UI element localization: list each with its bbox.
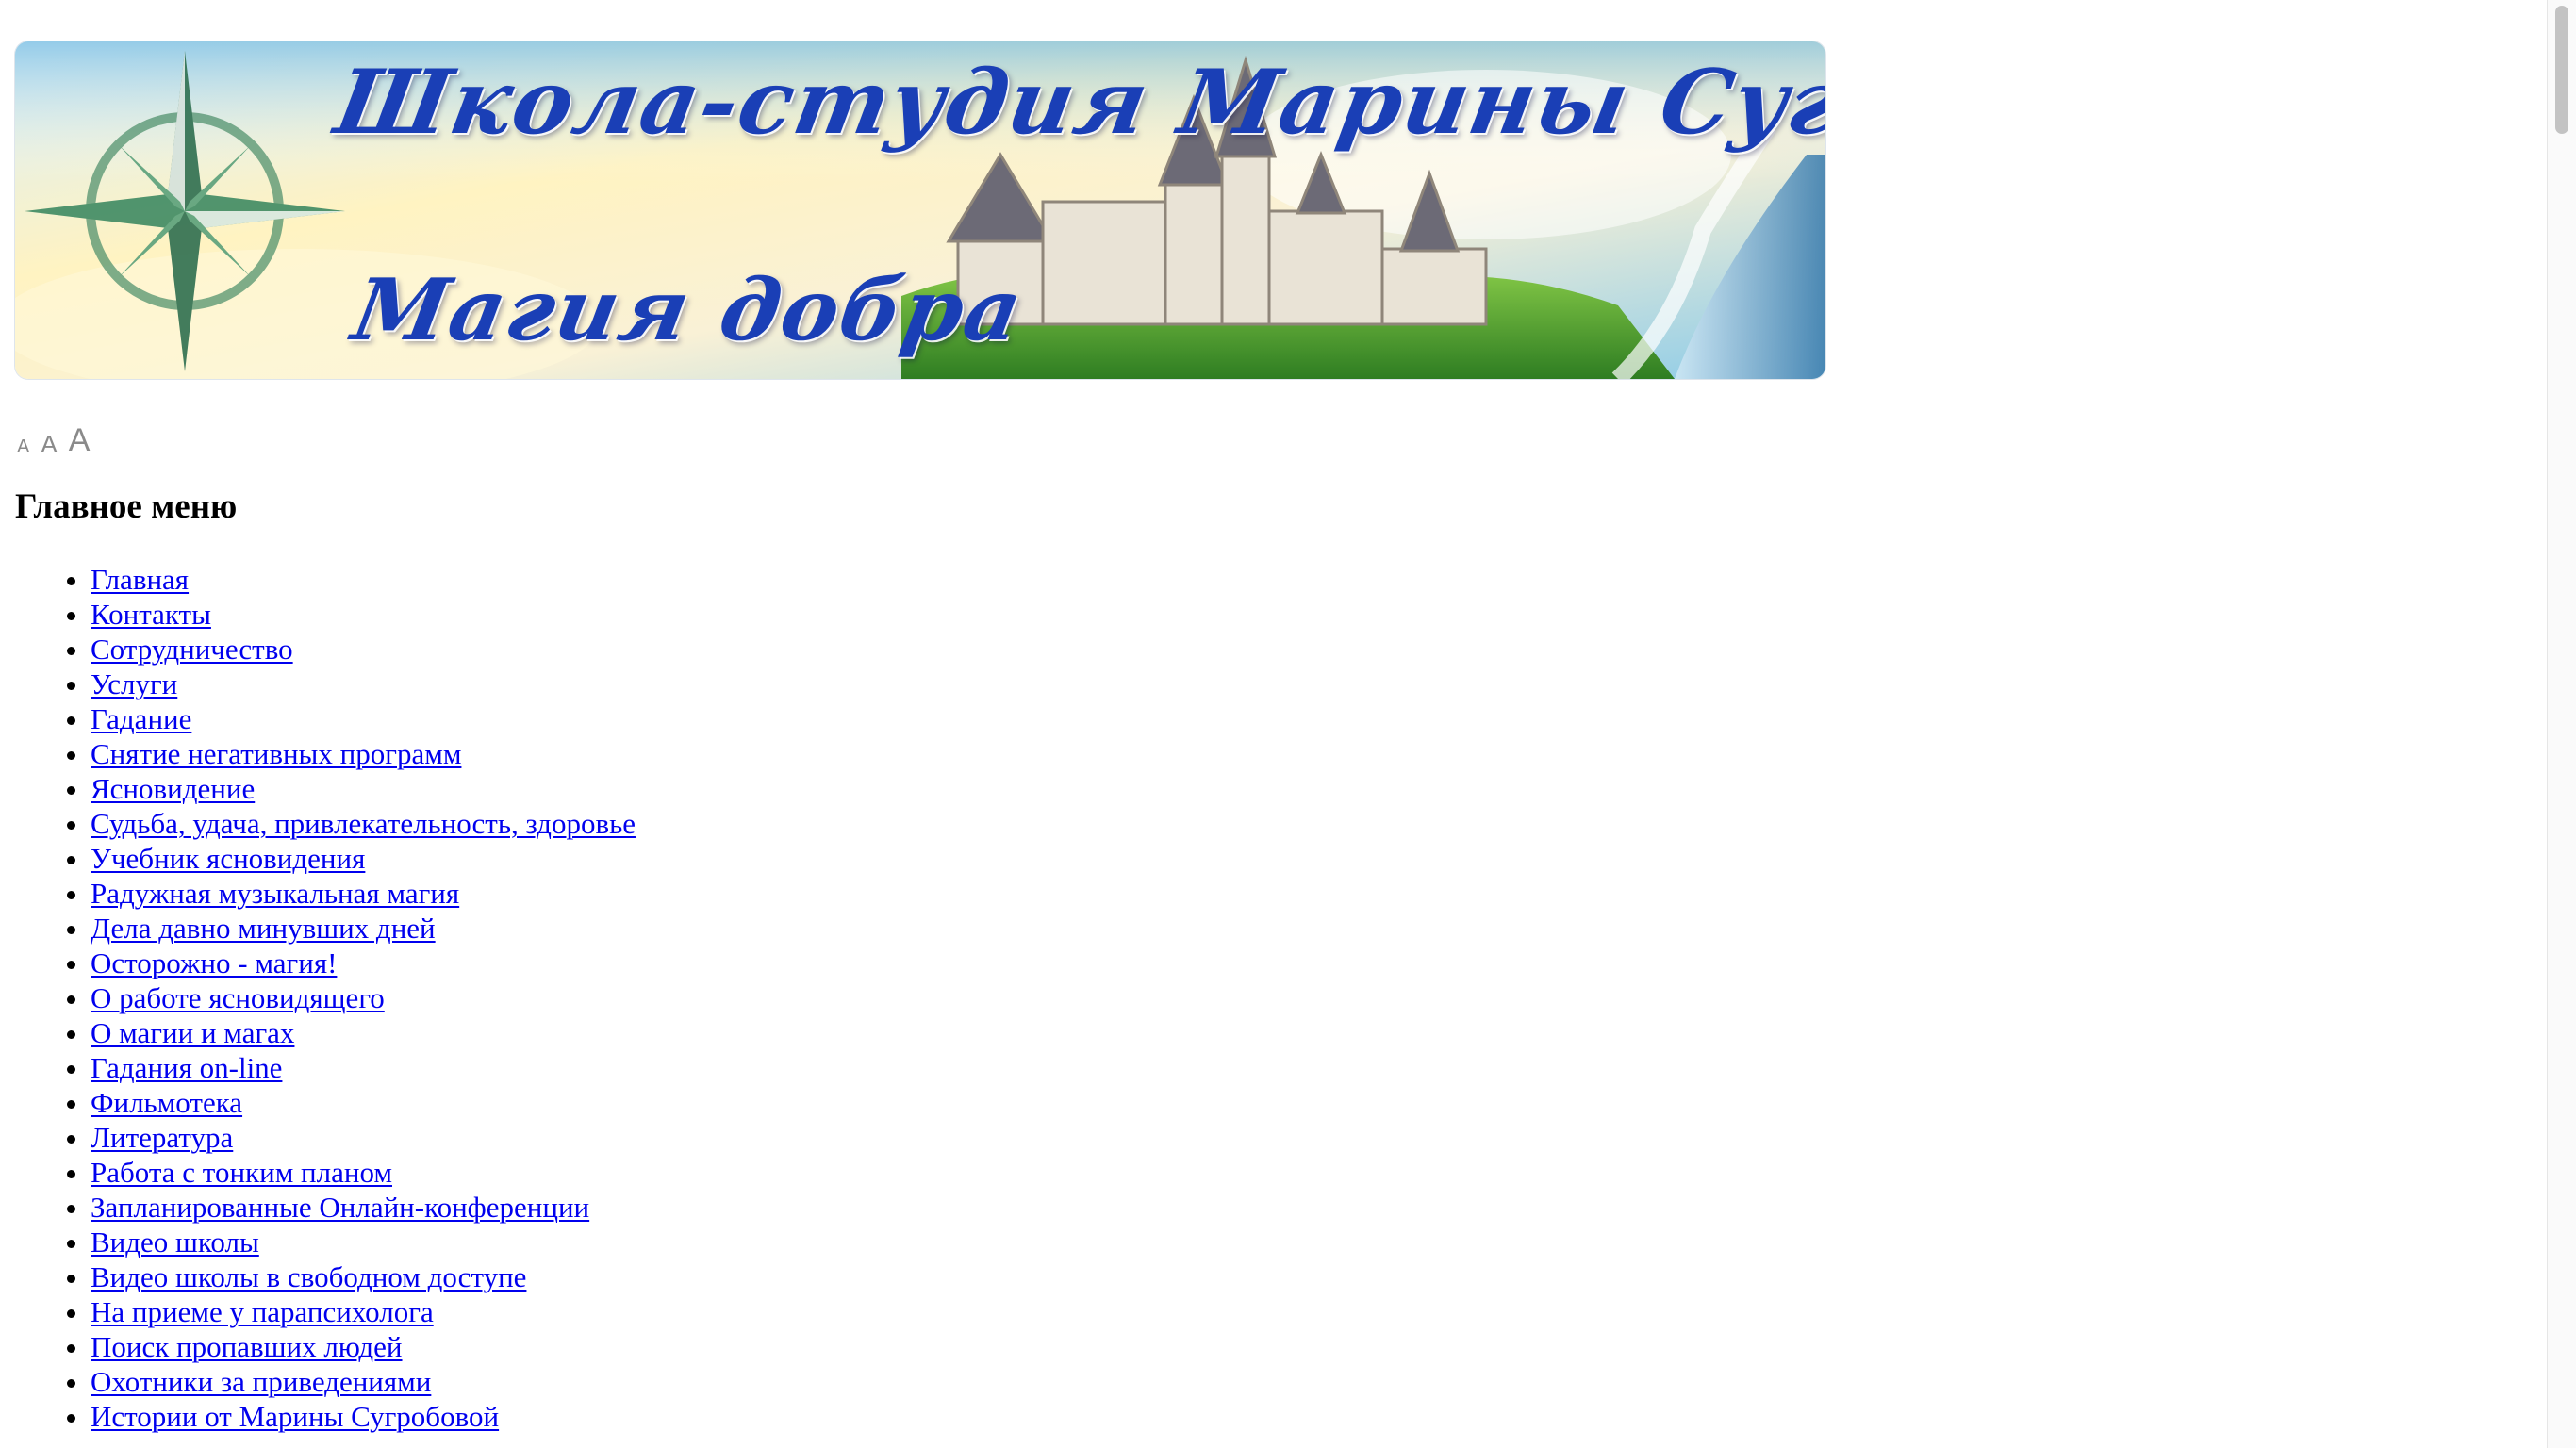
menu-link[interactable]: Работа с тонким планом: [91, 1156, 392, 1189]
main-menu: Главная Контакты Сотрудничество Услуги Г…: [0, 562, 636, 1434]
menu-item: Охотники за приведениями: [91, 1364, 636, 1399]
menu-item: Дела давно минувших дней: [91, 911, 636, 946]
menu-item: О магии и магах: [91, 1015, 636, 1050]
menu-link[interactable]: Контакты: [91, 598, 211, 631]
menu-link[interactable]: Дела давно минувших дней: [91, 912, 436, 945]
menu-item: Гадания on-line: [91, 1050, 636, 1085]
menu-item: Осторожно - магия!: [91, 946, 636, 980]
menu-item: Запланированные Онлайн-конференции: [91, 1190, 636, 1225]
menu-link[interactable]: Услуги: [91, 667, 177, 700]
menu-link[interactable]: Охотники за приведениями: [91, 1365, 431, 1398]
banner-subtitle: Магия добра: [345, 260, 1032, 360]
menu-link[interactable]: На приеме у парапсихолога: [91, 1295, 434, 1328]
menu-link[interactable]: Главная: [91, 563, 189, 596]
menu-link[interactable]: Видео школы: [91, 1226, 259, 1259]
menu-item: Учебник ясновидения: [91, 841, 636, 876]
menu-item: Гадание: [91, 701, 636, 736]
menu-item: Видео школы в свободном доступе: [91, 1259, 636, 1294]
menu-link[interactable]: Ясновидение: [91, 772, 255, 805]
menu-item: На приеме у парапсихолога: [91, 1294, 636, 1329]
menu-item: Истории от Марины Сугробовой: [91, 1399, 636, 1434]
menu-item: Литература: [91, 1120, 636, 1155]
menu-item: Радужная музыкальная магия: [91, 876, 636, 911]
menu-link[interactable]: Поиск пропавших людей: [91, 1330, 403, 1363]
menu-link[interactable]: Гадание: [91, 702, 191, 735]
vertical-scrollbar[interactable]: [2547, 0, 2576, 1448]
menu-item: Главная: [91, 562, 636, 597]
menu-item: Услуги: [91, 666, 636, 701]
menu-link[interactable]: О работе ясновидящего: [91, 981, 385, 1014]
menu-link[interactable]: Снятие негативных программ: [91, 737, 461, 770]
main-menu-heading: Главное меню: [15, 487, 238, 526]
menu-link[interactable]: Учебник ясновидения: [91, 842, 365, 875]
menu-link[interactable]: Литература: [91, 1121, 233, 1154]
menu-item: Сотрудничество: [91, 632, 636, 666]
menu-link[interactable]: Судьба, удача, привлекательность, здоров…: [91, 807, 636, 840]
menu-item: Ясновидение: [91, 771, 636, 806]
menu-link[interactable]: Радужная музыкальная магия: [91, 877, 459, 910]
menu-link[interactable]: Фильмотека: [91, 1086, 242, 1119]
font-size-small-button[interactable]: A: [17, 437, 29, 456]
menu-item: Поиск пропавших людей: [91, 1329, 636, 1364]
menu-link[interactable]: О магии и магах: [91, 1016, 294, 1049]
menu-link[interactable]: Осторожно - магия!: [91, 946, 337, 979]
menu-link[interactable]: Видео школы в свободном доступе: [91, 1260, 526, 1293]
font-resizer: A A A: [17, 415, 90, 456]
menu-item: Работа с тонким планом: [91, 1155, 636, 1190]
menu-item: Контакты: [91, 597, 636, 632]
menu-item: Видео школы: [91, 1225, 636, 1259]
header-banner[interactable]: Школа-студия Марины Сугробовой Магия доб…: [15, 41, 1825, 379]
menu-link[interactable]: Истории от Марины Сугробовой: [91, 1400, 499, 1433]
banner-title: Школа-студия Марины Сугробовой: [328, 51, 1825, 155]
font-size-large-button[interactable]: A: [69, 424, 91, 456]
scrollbar-thumb[interactable]: [2555, 6, 2568, 134]
menu-link[interactable]: Гадания on-line: [91, 1051, 282, 1084]
font-size-medium-button[interactable]: A: [41, 432, 57, 456]
menu-item: Снятие негативных программ: [91, 736, 636, 771]
menu-link[interactable]: Сотрудничество: [91, 633, 293, 666]
menu-item: Фильмотека: [91, 1085, 636, 1120]
menu-item: Судьба, удача, привлекательность, здоров…: [91, 806, 636, 841]
menu-link[interactable]: Запланированные Онлайн-конференции: [91, 1191, 589, 1224]
menu-item: О работе ясновидящего: [91, 980, 636, 1015]
page: Школа-студия Марины Сугробовой Магия доб…: [0, 0, 2576, 1448]
